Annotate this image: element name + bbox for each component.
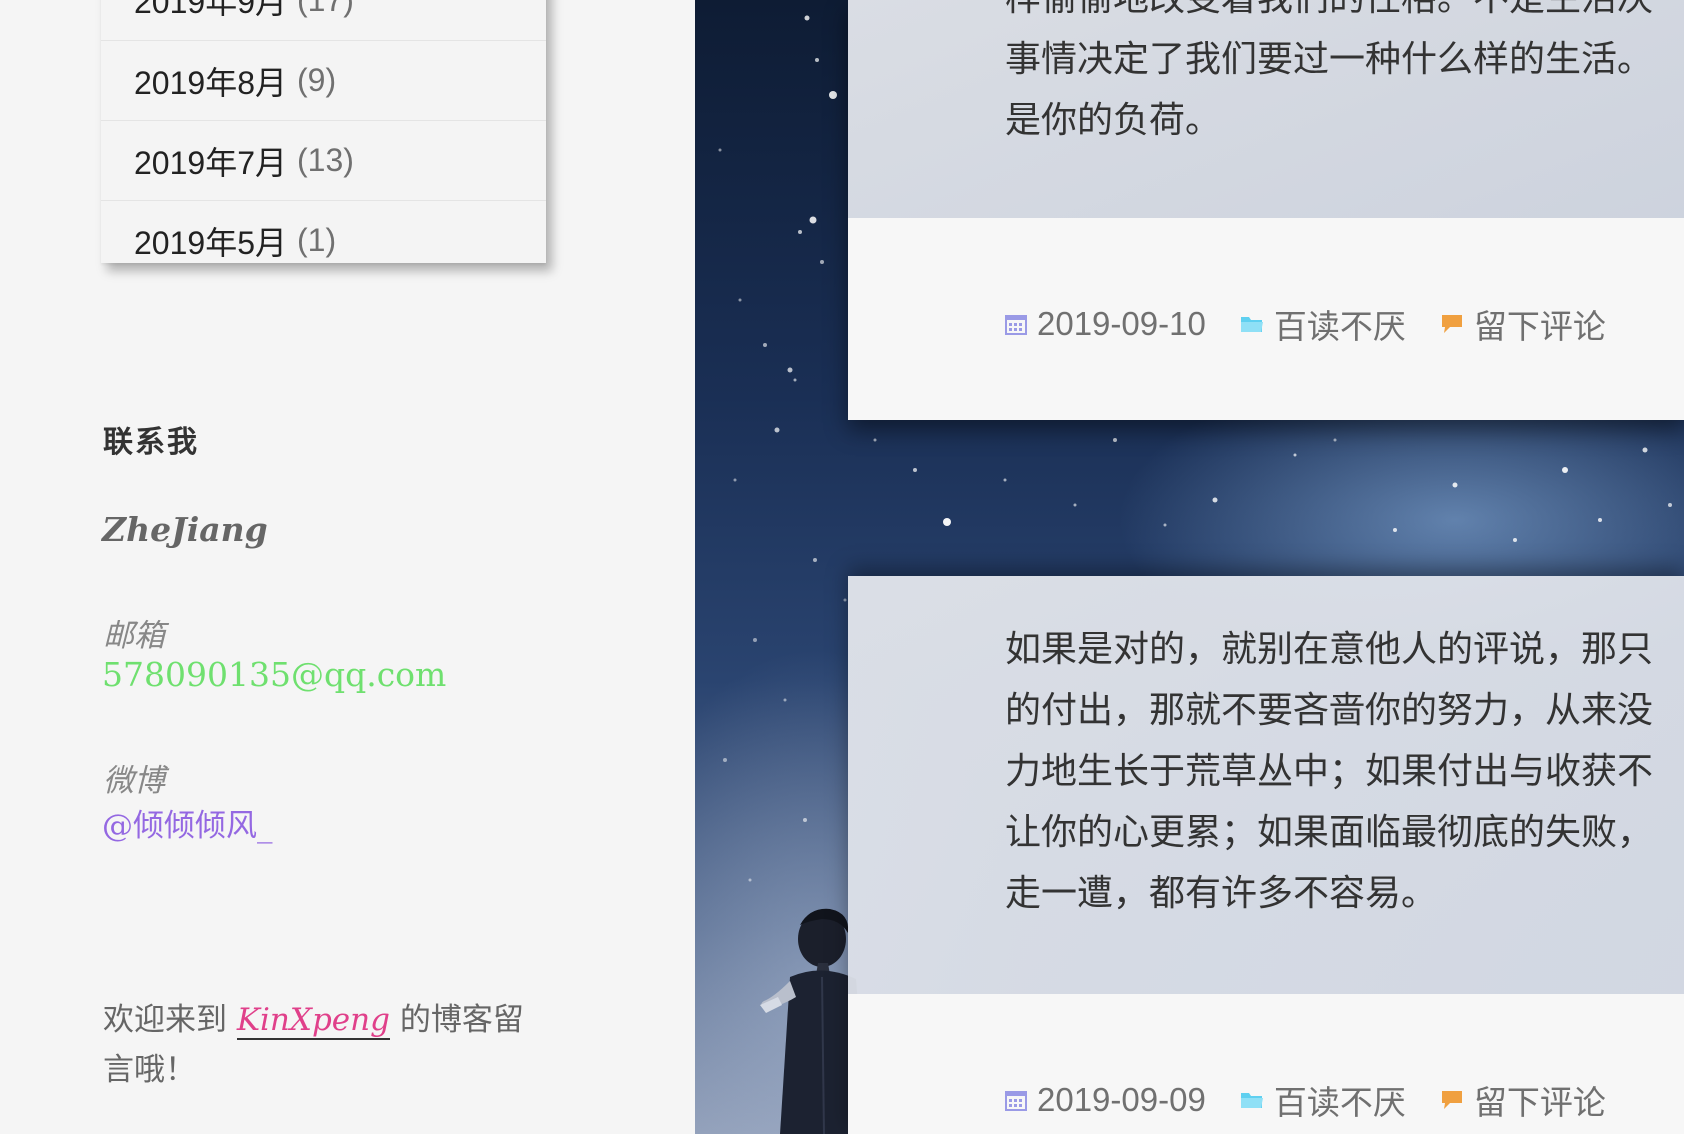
excerpt-line: 事情决定了我们要过一种什么样的生活。 — [1005, 39, 1654, 80]
post-comment-text[interactable]: 留下评论 — [1474, 300, 1606, 348]
excerpt-line: 是你的负荷。 — [1005, 100, 1222, 141]
post-meta: 2019-09-10 百读不厌 留下评论 — [1005, 300, 1640, 348]
archive-month[interactable]: 2019年7月 — [134, 138, 287, 184]
archive-month[interactable]: 2019年8月 — [134, 58, 287, 104]
excerpt-line: 走一遭，都有许多不容易。 — [1005, 873, 1438, 914]
excerpt-line: 的付出，那就不要吝啬你的努力，从来没 — [1005, 690, 1654, 731]
archive-count: (9) — [297, 62, 337, 98]
post-date[interactable]: 2019-09-10 — [1005, 305, 1206, 343]
calendar-icon — [1005, 1091, 1027, 1111]
weibo-link[interactable]: @倾倾倾风_ — [102, 800, 273, 845]
post-date-text[interactable]: 2019-09-10 — [1037, 305, 1206, 343]
archive-count: (13) — [297, 142, 354, 178]
calendar-icon — [1005, 315, 1027, 335]
excerpt-line: 如果是对的，就别在意他人的评说，那只 — [1005, 629, 1654, 670]
post-date-text[interactable]: 2019-09-09 — [1037, 1081, 1206, 1119]
archive-count: (1) — [297, 222, 337, 258]
post-card: 如果是对的，就别在意他人的评说，那只 的付出，那就不要吝啬你的努力，从来没 力地生长… — [848, 576, 1684, 1134]
excerpt-line: 力地生长于荒草丛中；如果付出与收获不 — [1005, 751, 1654, 792]
archive-item[interactable]: 2019年9月 (17) — [101, 0, 546, 40]
archive-item[interactable]: 2019年8月 (9) — [101, 40, 546, 120]
folder-icon — [1240, 317, 1263, 332]
archive-count: (17) — [297, 0, 354, 19]
welcome-text: 欢迎来到 KinXpeng 的博客留言哦！ — [103, 995, 553, 1095]
excerpt-line: 样偷偷地改变着我们的性格。不是生活决 — [1005, 0, 1653, 19]
post-date[interactable]: 2019-09-09 — [1005, 1081, 1206, 1119]
excerpt-line: 让你的心更累；如果面临最彻底的失败， — [1005, 812, 1654, 853]
post-excerpt: 样偷偷地改变着我们的性格。不是生活决事情决定了我们要过一种什么样的生活。是你的负… — [1005, 0, 1684, 151]
post-category[interactable]: 百读不厌 — [1240, 300, 1406, 348]
archive-item[interactable]: 2019年7月 (13) — [101, 120, 546, 200]
comment-icon — [1441, 1091, 1462, 1109]
post-card: 样偷偷地改变着我们的性格。不是生活决事情决定了我们要过一种什么样的生活。是你的负… — [848, 0, 1684, 420]
post-comment-text[interactable]: 留下评论 — [1474, 1076, 1606, 1124]
post-comment-link[interactable]: 留下评论 — [1440, 1076, 1606, 1124]
archive-month[interactable]: 2019年9月 — [134, 0, 287, 23]
email-label: 邮箱 — [103, 618, 165, 654]
post-category-text[interactable]: 百读不厌 — [1274, 300, 1406, 348]
post-excerpt-area: 样偷偷地改变着我们的性格。不是生活决事情决定了我们要过一种什么样的生活。是你的负… — [848, 0, 1684, 218]
weibo-label: 微博 — [103, 763, 165, 799]
archive-list: 2019年9月 (17) 2019年8月 (9) 2019年7月 (13) 20… — [101, 0, 546, 263]
author-link[interactable]: KinXpeng — [236, 1002, 390, 1040]
post-excerpt-area: 如果是对的，就别在意他人的评说，那只 的付出，那就不要吝啬你的努力，从来没 力地生长… — [848, 576, 1684, 994]
post-meta: 2019-09-09 百读不厌 留下评论 — [1005, 1076, 1640, 1124]
email-link[interactable]: 578090135@qq.com — [102, 655, 446, 694]
sidebar: 2019年9月 (17) 2019年8月 (9) 2019年7月 (13) 20… — [0, 0, 695, 1134]
archive-month[interactable]: 2019年5月 — [134, 218, 287, 264]
archive-item[interactable]: 2019年5月 (1) — [101, 200, 546, 280]
folder-icon — [1240, 1093, 1263, 1108]
welcome-before: 欢迎来到 — [103, 1002, 237, 1038]
main-content: 样偷偷地改变着我们的性格。不是生活决事情决定了我们要过一种什么样的生活。是你的负… — [695, 0, 1684, 1134]
post-category-text[interactable]: 百读不厌 — [1274, 1076, 1406, 1124]
post-category[interactable]: 百读不厌 — [1240, 1076, 1406, 1124]
comment-icon — [1441, 315, 1462, 333]
post-comment-link[interactable]: 留下评论 — [1440, 300, 1606, 348]
post-excerpt: 如果是对的，就别在意他人的评说，那只 的付出，那就不要吝啬你的努力，从来没 力地生长… — [1005, 619, 1684, 924]
contact-city: ZheJiang — [102, 510, 268, 549]
contact-widget-title: 联系我 — [103, 425, 199, 460]
